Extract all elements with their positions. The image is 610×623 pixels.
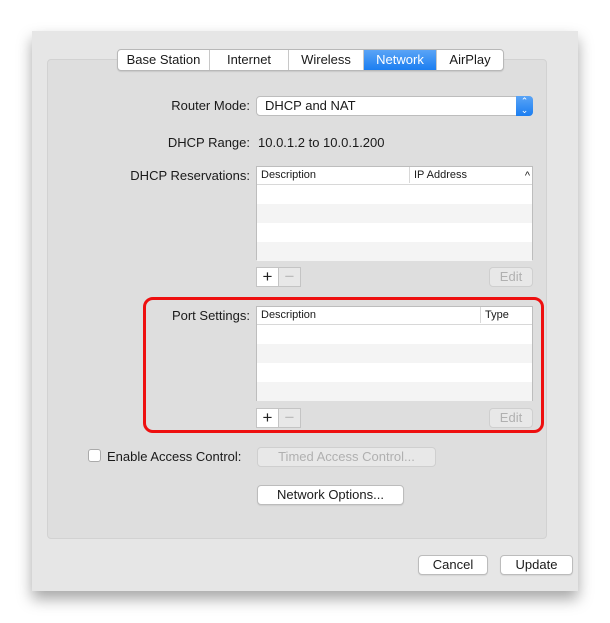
column-header-description[interactable]: Description [257,167,409,183]
remove-port-button[interactable]: − [279,409,300,427]
timed-access-control-button[interactable]: Timed Access Control... [257,447,436,467]
add-port-button[interactable]: + [257,409,279,427]
tab-internet[interactable]: Internet [210,50,289,70]
dhcp-reservations-table[interactable]: Description IP Address ^ [256,166,533,261]
cancel-button[interactable]: Cancel [418,555,488,575]
update-button[interactable]: Update [500,555,573,575]
column-header-ip-address[interactable]: IP Address [409,167,509,183]
enable-access-control-checkbox[interactable] [88,449,101,462]
port-settings-label: Port Settings: [171,308,250,323]
network-options-button[interactable]: Network Options... [257,485,404,505]
tab-airplay[interactable]: AirPlay [437,50,503,70]
sort-ascending-icon: ^ [524,170,530,182]
router-mode-select[interactable]: DHCP and NAT ⌃ ⌄ [256,96,533,116]
table-row [257,344,532,363]
edit-reservation-button[interactable]: Edit [489,267,533,287]
add-reservation-button[interactable]: + [257,268,279,286]
up-down-chevron-icon: ⌃ ⌄ [516,96,533,116]
router-mode-value: DHCP and NAT [265,98,356,113]
table-row [257,382,532,401]
port-settings-add-remove: + − [256,408,301,428]
tab-network[interactable]: Network [364,50,437,70]
table-row [257,325,532,344]
table-row [257,185,532,204]
table-row [257,204,532,223]
dhcp-range-label: DHCP Range: [167,135,250,150]
table-row [257,223,532,242]
enable-access-control-label: Enable Access Control: [107,449,242,464]
tab-bar: Base Station Internet Wireless Network A… [117,49,504,71]
edit-port-button[interactable]: Edit [489,408,533,428]
tab-wireless[interactable]: Wireless [289,50,364,70]
dhcp-reservations-add-remove: + − [256,267,301,287]
column-header-type[interactable]: Type [480,307,530,323]
tab-base-station[interactable]: Base Station [118,50,210,70]
remove-reservation-button[interactable]: − [279,268,300,286]
dhcp-reservations-label: DHCP Reservations: [130,168,250,183]
dhcp-range-value: 10.0.1.2 to 10.0.1.200 [258,135,385,150]
table-row [257,242,532,261]
table-row [257,363,532,382]
column-header-description[interactable]: Description [257,307,480,323]
port-settings-table[interactable]: Description Type [256,306,533,401]
router-mode-label: Router Mode: [171,98,250,113]
